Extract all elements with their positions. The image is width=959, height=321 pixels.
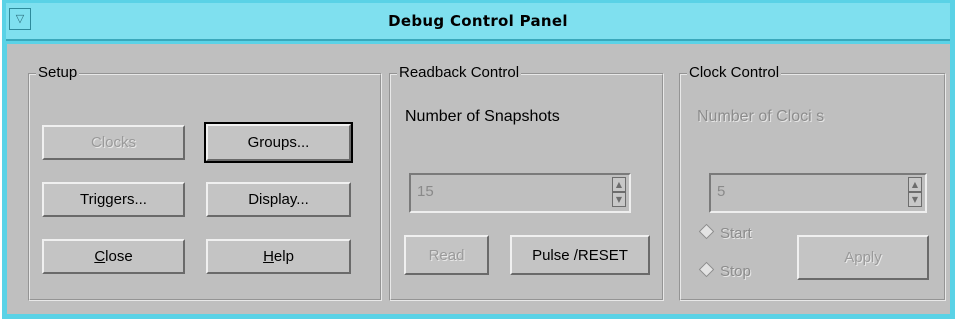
- close-label-rest: lose: [105, 248, 133, 265]
- title-bar[interactable]: ▽ Debug Control Panel: [6, 3, 950, 41]
- snapshots-label: Number of Snapshots: [405, 108, 560, 125]
- clocks-spin-arrows[interactable]: ▲ ▼: [908, 177, 922, 209]
- snapshots-spinbox[interactable]: 15 ▲ ▼: [409, 173, 631, 213]
- clock-control-group: Clock Control Number of Cloci s 5 ▲ ▼ St…: [679, 64, 946, 301]
- read-button[interactable]: Read: [404, 235, 489, 275]
- snapshots-value[interactable]: 15: [417, 183, 434, 200]
- help-button[interactable]: Help: [206, 239, 351, 274]
- clocks-value[interactable]: 5: [717, 183, 725, 200]
- stop-radio-label: Stop: [720, 263, 751, 280]
- snapshots-down-arrow-icon[interactable]: ▼: [612, 192, 626, 207]
- snapshots-spin-arrows[interactable]: ▲ ▼: [612, 177, 626, 209]
- start-radio-diamond-icon[interactable]: [698, 223, 715, 240]
- start-radio[interactable]: Start: [698, 223, 752, 242]
- snapshots-up-arrow-icon[interactable]: ▲: [612, 177, 626, 192]
- close-button[interactable]: Close: [42, 239, 185, 274]
- clocks-down-arrow-icon[interactable]: ▼: [908, 192, 922, 207]
- apply-button[interactable]: Apply: [797, 235, 929, 280]
- window-title: Debug Control Panel: [388, 12, 568, 30]
- help-mnemonic: H: [263, 248, 274, 265]
- debug-control-panel-window: ▽ Debug Control Panel Setup Clocks Group…: [2, 0, 955, 319]
- clocks-up-arrow-icon[interactable]: ▲: [908, 177, 922, 192]
- start-radio-label: Start: [720, 225, 752, 242]
- clock-control-group-label: Clock Control: [687, 64, 782, 81]
- display-button[interactable]: Display...: [206, 182, 351, 217]
- setup-group-label: Setup: [36, 64, 80, 81]
- help-label-rest: elp: [273, 248, 294, 265]
- setup-group: Setup Clocks Groups... Triggers... Displ…: [28, 64, 382, 301]
- pulse-reset-button[interactable]: Pulse /RESET: [510, 235, 650, 275]
- readback-control-group-label: Readback Control: [397, 64, 522, 81]
- groups-button[interactable]: Groups...: [204, 122, 353, 163]
- close-mnemonic: C: [94, 248, 106, 265]
- clocks-button[interactable]: Clocks: [42, 125, 185, 160]
- panel-body: Setup Clocks Groups... Triggers... Displ…: [7, 44, 950, 314]
- readback-control-group: Readback Control Number of Snapshots 15 …: [389, 64, 664, 301]
- clocks-spinbox[interactable]: 5 ▲ ▼: [709, 173, 927, 213]
- stop-radio-diamond-icon[interactable]: [698, 261, 715, 278]
- stop-radio[interactable]: Stop: [698, 261, 751, 280]
- triggers-button[interactable]: Triggers...: [42, 182, 185, 217]
- clocks-count-label: Number of Cloci s: [697, 108, 825, 125]
